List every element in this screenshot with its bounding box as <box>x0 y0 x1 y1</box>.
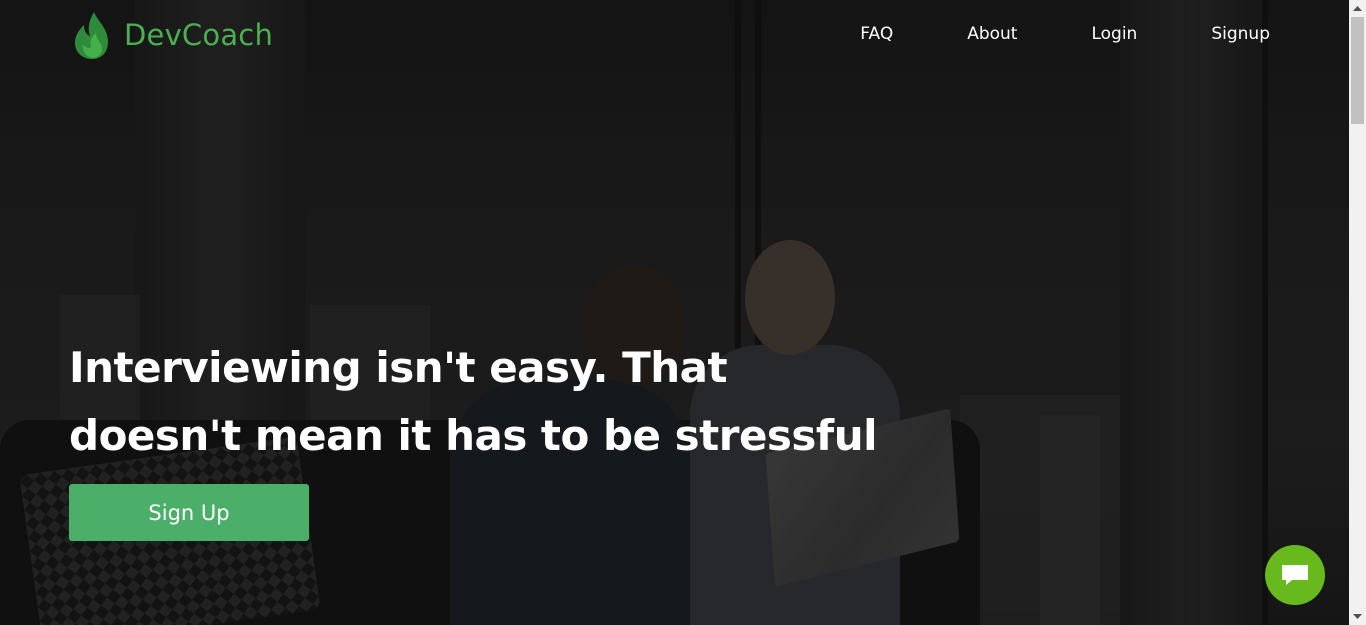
brand-name: DevCoach <box>124 18 274 52</box>
site-header: DevCoach FAQ About Login Signup <box>0 0 1349 68</box>
nav-signup[interactable]: Signup <box>1211 22 1270 46</box>
flame-logo-icon <box>75 12 108 59</box>
main-nav: FAQ About Login Signup <box>860 22 1270 46</box>
nav-faq[interactable]: FAQ <box>860 22 893 46</box>
scrollbar-thumb[interactable] <box>1351 17 1364 124</box>
scroll-down-icon[interactable] <box>1349 608 1366 625</box>
chat-bubble-icon <box>1282 565 1308 585</box>
page: DevCoach FAQ About Login Signup Intervie… <box>0 0 1366 625</box>
chat-widget-button[interactable] <box>1265 545 1325 605</box>
nav-login[interactable]: Login <box>1091 22 1137 46</box>
sign-up-button[interactable]: Sign Up <box>69 484 309 541</box>
scroll-up-icon[interactable] <box>1349 0 1366 17</box>
vertical-scrollbar[interactable] <box>1349 0 1366 625</box>
logo-link[interactable]: DevCoach <box>72 10 273 60</box>
nav-about[interactable]: About <box>967 22 1017 46</box>
hero-headline: Interviewing isn't easy. That doesn't me… <box>69 343 878 460</box>
